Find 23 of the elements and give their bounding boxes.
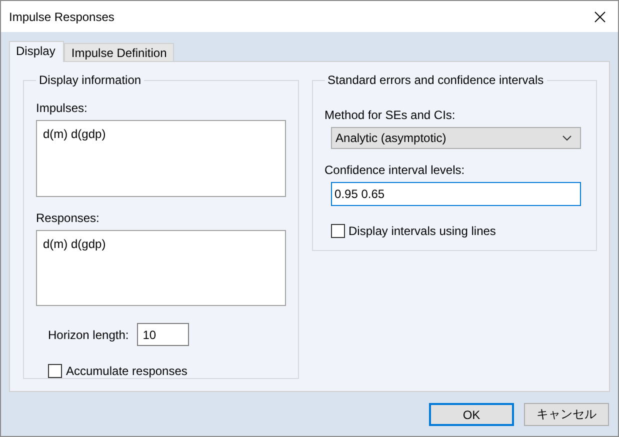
field-label: Confidence interval levels: [324, 163, 466, 177]
checkbox-label: Display intervals using lines [348, 224, 496, 238]
impulses-field[interactable]: d(m) d(gdp) [36, 120, 286, 196]
checkbox-label: Accumulate responses [66, 364, 188, 378]
responses-field[interactable]: d(m) d(gdp) [36, 230, 286, 306]
checkbox[interactable] [330, 224, 345, 238]
dialog-button[interactable]: OK [429, 403, 514, 426]
chevron-down-icon [562, 135, 572, 141]
horizon-field[interactable]: 10 [136, 323, 189, 346]
window-title: Impulse Responses [9, 10, 114, 24]
tab[interactable]: Display [9, 41, 64, 62]
field-label: Responses: [36, 210, 100, 224]
method-dropdown[interactable]: Analytic (asymptotic) [330, 127, 581, 149]
close-icon[interactable] [594, 10, 606, 22]
field-label: Impulses: [36, 101, 88, 115]
group-title: Standard errors and confidence intervals [326, 73, 545, 87]
levels-field[interactable]: 0.95 0.65 [330, 182, 581, 206]
field-label: Method for SEs and CIs: [324, 108, 456, 122]
field-label: Horizon length: [48, 328, 129, 342]
dialog-button[interactable]: キャンセル [524, 403, 609, 426]
checkbox[interactable] [48, 364, 62, 378]
group-title: Display information [38, 73, 142, 87]
tab[interactable]: Impulse Definition [64, 43, 174, 61]
